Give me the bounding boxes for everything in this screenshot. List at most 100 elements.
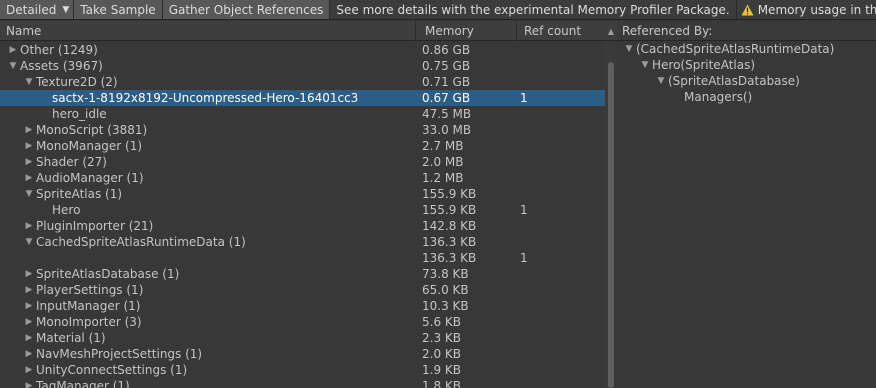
tree-row-name: ▶ PluginImporter (21)	[0, 218, 154, 234]
tree-row[interactable]: ▶ MonoManager (1) 2.7 MB	[0, 138, 605, 154]
tree-row-memory: 65.0 KB	[422, 283, 469, 297]
tree-row-name: ▶ SpriteAtlasDatabase (1)	[0, 266, 180, 282]
tree-row[interactable]: ▶ Other (1249) 0.86 GB	[0, 42, 605, 58]
tree-row[interactable]: sactx-1-8192x8192-Uncompressed-Hero-1640…	[0, 90, 605, 106]
tree-row-label: AudioManager (1)	[36, 171, 144, 185]
expand-arrow-down-icon[interactable]: ▼	[22, 189, 36, 199]
tree-row-label: Material (1)	[36, 331, 106, 345]
expand-arrow-right-icon[interactable]: ▶	[22, 317, 36, 327]
tree-row[interactable]: ▶ NavMeshProjectSettings (1) 2.0 KB	[0, 346, 605, 362]
expand-arrow-right-icon[interactable]: ▶	[22, 301, 36, 311]
tree-row-name: ▶ TagManager (1)	[0, 378, 130, 388]
memory-profiler-info-link[interactable]: See more details with the experimental M…	[330, 0, 737, 19]
tree-row-name: ▼ CachedSpriteAtlasRuntimeData (1)	[0, 234, 246, 250]
expand-arrow-right-icon[interactable]: ▶	[22, 333, 36, 343]
expand-arrow-right-icon[interactable]: ▶	[22, 285, 36, 295]
tree-row[interactable]: ▶ SpriteAtlasDatabase (1) 73.8 KB	[0, 266, 605, 282]
tree-row[interactable]: 136.3 KB 1	[0, 250, 605, 266]
scroll-up-arrow-icon[interactable]: ▲	[608, 27, 614, 36]
tree-row-memory: 0.67 GB	[422, 91, 471, 105]
expand-arrow-down-icon[interactable]: ▼	[22, 77, 36, 87]
column-header-name[interactable]: Name	[0, 21, 416, 41]
expand-arrow-right-icon[interactable]: ▶	[6, 45, 20, 55]
referenced-by-item[interactable]: ▼ (CachedSpriteAtlasRuntimeData)	[618, 41, 876, 57]
gather-object-references-button[interactable]: Gather Object References	[162, 0, 331, 19]
tree-row-name: ▶ AudioManager (1)	[0, 170, 144, 186]
tree-row-name: ▼ Assets (3967)	[0, 58, 103, 74]
referenced-by-tree: ▼ (CachedSpriteAtlasRuntimeData) ▼ Hero(Spr…	[618, 41, 876, 105]
tree-row-name: ▶ PlayerSettings (1)	[0, 282, 144, 298]
take-sample-button[interactable]: Take Sample	[74, 0, 163, 19]
view-mode-dropdown[interactable]: Detailed ▼	[0, 0, 75, 19]
tree-row[interactable]: ▶ Material (1) 2.3 KB	[0, 330, 605, 346]
column-header-refcount[interactable]: Ref count	[518, 21, 602, 41]
tree-row-label: sactx-1-8192x8192-Uncompressed-Hero-1640…	[52, 91, 359, 105]
vertical-scrollbar[interactable]	[605, 42, 617, 388]
tree-row-name: ▶ UnityConnectSettings (1)	[0, 362, 188, 378]
editor-memory-warning: Memory usage in the Edito	[736, 0, 876, 19]
tree-row[interactable]: ▶ TagManager (1) 1.8 KB	[0, 378, 605, 388]
tree-row-name: hero_idle	[0, 106, 107, 122]
tree-row-label: Hero	[52, 203, 81, 217]
tree-row-memory: 0.75 GB	[422, 59, 471, 73]
tree-row[interactable]: ▶ PlayerSettings (1) 65.0 KB	[0, 282, 605, 298]
tree-row[interactable]: ▼ SpriteAtlas (1) 155.9 KB	[0, 186, 605, 202]
tree-row[interactable]: Hero 155.9 KB 1	[0, 202, 605, 218]
tree-row-label: MonoManager (1)	[36, 139, 143, 153]
tree-row-memory: 33.0 MB	[422, 123, 472, 137]
expand-arrow-right-icon[interactable]: ▶	[22, 221, 36, 231]
referenced-by-label: Hero(SpriteAtlas)	[652, 58, 756, 72]
tree-row-label: hero_idle	[52, 107, 107, 121]
column-header-memory[interactable]: Memory	[419, 21, 517, 41]
referenced-by-item[interactable]: ▼ (SpriteAtlasDatabase)	[618, 73, 876, 89]
expand-arrow-down-icon[interactable]: ▼	[622, 44, 636, 54]
expand-arrow-right-icon[interactable]: ▶	[22, 141, 36, 151]
tree-row[interactable]: ▼ CachedSpriteAtlasRuntimeData (1) 136.3 K…	[0, 234, 605, 250]
tree-row[interactable]: ▶ UnityConnectSettings (1) 1.9 KB	[0, 362, 605, 378]
tree-row-memory: 2.7 MB	[422, 139, 464, 153]
tree-row[interactable]: ▼ Texture2D (2) 0.71 GB	[0, 74, 605, 90]
tree-row-label: TagManager (1)	[36, 379, 130, 388]
referenced-by-item[interactable]: Managers()	[618, 89, 876, 105]
memory-tree: ▶ Other (1249) 0.86 GB ▼ Assets (3967) 0.75 G…	[0, 42, 605, 388]
tree-row-memory: 5.6 KB	[422, 315, 461, 329]
tree-row-name: ▶ MonoManager (1)	[0, 138, 143, 154]
tree-row[interactable]: ▶ Shader (27) 2.0 MB	[0, 154, 605, 170]
expand-arrow-right-icon[interactable]: ▶	[22, 125, 36, 135]
tree-row-name: ▼ SpriteAtlas (1)	[0, 186, 123, 202]
tree-row-label: Other (1249)	[20, 43, 98, 57]
expand-arrow-down-icon[interactable]: ▼	[6, 61, 20, 71]
expand-arrow-right-icon[interactable]: ▶	[22, 349, 36, 359]
tree-row[interactable]: ▶ MonoImporter (3) 5.6 KB	[0, 314, 605, 330]
expand-arrow-right-icon[interactable]: ▶	[22, 157, 36, 167]
referenced-by-title: Referenced By:	[618, 21, 876, 41]
scrollbar-thumb[interactable]	[608, 62, 614, 388]
tree-row-refcount: 1	[520, 203, 528, 217]
expand-arrow-down-icon[interactable]: ▼	[654, 76, 668, 86]
referenced-by-item[interactable]: ▼ Hero(SpriteAtlas)	[618, 57, 876, 73]
tree-row-label: NavMeshProjectSettings (1)	[36, 347, 203, 361]
tree-row-name: ▶ Shader (27)	[0, 154, 107, 170]
expand-arrow-right-icon[interactable]: ▶	[22, 381, 36, 388]
tree-row[interactable]: ▶ PluginImporter (21) 142.8 KB	[0, 218, 605, 234]
tree-row-name: sactx-1-8192x8192-Uncompressed-Hero-1640…	[0, 90, 358, 106]
tree-row[interactable]: ▶ MonoScript (3881) 33.0 MB	[0, 122, 605, 138]
tree-row[interactable]: hero_idle 47.5 MB	[0, 106, 605, 122]
tree-row[interactable]: ▼ Assets (3967) 0.75 GB	[0, 58, 605, 74]
expand-arrow-down-icon[interactable]: ▼	[22, 237, 36, 247]
tree-row-memory: 1.9 KB	[422, 363, 461, 377]
tree-row-name: ▶ Material (1)	[0, 330, 106, 346]
expand-arrow-right-icon[interactable]: ▶	[22, 365, 36, 375]
tree-row-refcount: 1	[520, 91, 528, 105]
referenced-by-panel: Referenced By: ▼ (CachedSpriteAtlasRuntim…	[618, 21, 876, 388]
expand-arrow-down-icon[interactable]: ▼	[638, 60, 652, 70]
tree-row[interactable]: ▶ InputManager (1) 10.3 KB	[0, 298, 605, 314]
expand-arrow-right-icon[interactable]: ▶	[22, 269, 36, 279]
expand-arrow-right-icon[interactable]: ▶	[22, 173, 36, 183]
tree-row[interactable]: ▶ AudioManager (1) 1.2 MB	[0, 170, 605, 186]
tree-row-memory: 0.71 GB	[422, 75, 471, 89]
tree-row-name: Hero	[0, 202, 80, 218]
tree-header: Name Memory Ref count ▲	[0, 21, 617, 41]
tree-row-label: MonoScript (3881)	[36, 123, 148, 137]
tree-row-memory: 73.8 KB	[422, 267, 469, 281]
